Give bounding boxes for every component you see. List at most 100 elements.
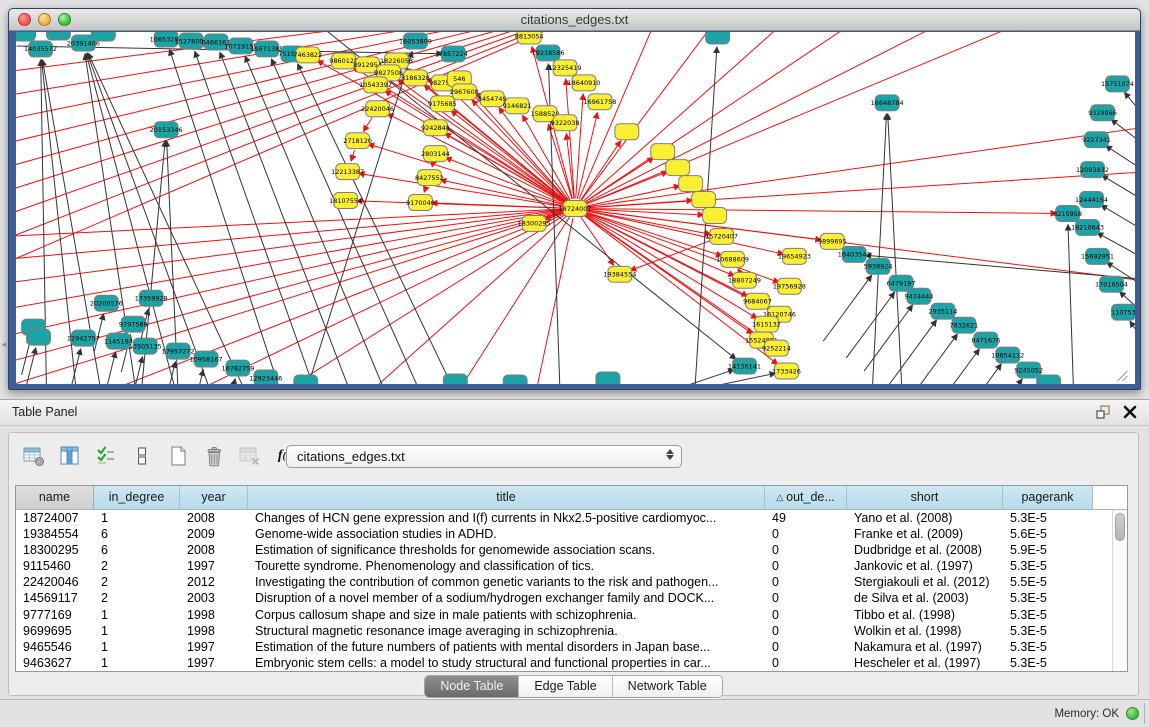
cell[interactable]: Estimation of the future numbers of pati… <box>248 639 765 655</box>
graph-node[interactable]: 7632621 <box>949 317 978 333</box>
column-header-pagerank[interactable]: pagerank <box>1003 486 1093 509</box>
cell[interactable]: 6 <box>94 542 180 558</box>
cell[interactable]: Tibbo et al. (1998) <box>847 607 1003 623</box>
cell[interactable]: 14569117 <box>16 590 94 606</box>
cell[interactable]: Dudbridge et al. (2008) <box>847 542 1003 558</box>
delete-column-icon[interactable] <box>199 441 229 471</box>
graph-node[interactable]: 15692951 <box>1081 248 1114 264</box>
column-header-year[interactable]: year <box>180 486 248 509</box>
graph-node[interactable]: 8427552 <box>415 170 444 186</box>
table-scrollbar[interactable] <box>1112 510 1127 671</box>
cell[interactable]: 5.3E-5 <box>1003 558 1093 574</box>
graph-node[interactable]: 18300295 <box>518 215 551 231</box>
cell[interactable]: Yano et al. (2008) <box>847 510 1003 526</box>
graph-node[interactable]: 14035572 <box>24 41 57 57</box>
table-row[interactable]: 1456911722003Disruption of a novel membe… <box>16 590 1127 606</box>
graph-node[interactable] <box>703 208 727 224</box>
cell[interactable]: 0 <box>765 639 847 655</box>
graph-node[interactable]: 20153346 <box>150 122 183 138</box>
cell[interactable]: 5.3E-5 <box>1003 607 1093 623</box>
minimize-window-button[interactable] <box>38 13 51 26</box>
float-window-icon[interactable] <box>1095 404 1111 425</box>
graph-node[interactable] <box>503 375 527 384</box>
graph-node[interactable] <box>91 32 115 41</box>
cell[interactable]: 5.5E-5 <box>1003 574 1093 590</box>
cell[interactable]: Hescheler et al. (1997) <box>847 655 1003 671</box>
graph-node[interactable]: 22420046 <box>361 101 394 117</box>
cell[interactable]: 0 <box>765 655 847 671</box>
table-row[interactable]: 977716911998Corpus callosum shape and si… <box>16 607 1127 623</box>
cell[interactable]: 0 <box>765 623 847 639</box>
graph-node[interactable]: 13505135 <box>129 338 162 354</box>
cell[interactable]: de Silva et al. (2003) <box>847 590 1003 606</box>
graph-node[interactable]: 10958167 <box>190 351 223 367</box>
cell[interactable]: 1997 <box>180 558 248 574</box>
graph-node[interactable]: 16648784 <box>871 95 904 111</box>
table-row[interactable]: 1872400712008Changes of HCN gene express… <box>16 510 1127 526</box>
graph-node[interactable]: 1615132 <box>752 316 781 332</box>
graph-node[interactable]: 9170046 <box>406 195 435 211</box>
cell[interactable]: 1 <box>94 655 180 671</box>
cell[interactable]: 0 <box>765 590 847 606</box>
graph-node[interactable]: 10543392 <box>359 77 392 93</box>
cell[interactable]: Disruption of a novel member of a sodium… <box>248 590 765 606</box>
graph-node[interactable]: 16053809 <box>399 33 432 49</box>
cell[interactable]: 0 <box>765 542 847 558</box>
cell[interactable]: Genome-wide association studies in ADHD. <box>248 526 765 542</box>
graph-node[interactable] <box>651 144 675 160</box>
cell[interactable]: 1 <box>94 639 180 655</box>
graph-node[interactable] <box>1037 375 1061 384</box>
graph-node[interactable]: 9227341 <box>1082 132 1111 148</box>
graph-node[interactable]: 18724007 <box>559 201 592 217</box>
cell[interactable]: Estimation of significance thresholds fo… <box>248 542 765 558</box>
graph-node[interactable]: 7463822 <box>293 47 322 63</box>
table-row[interactable]: 1938455462009Genome-wide association stu… <box>16 526 1127 542</box>
close-window-button[interactable] <box>18 13 31 26</box>
cell[interactable]: 1 <box>94 623 180 639</box>
column-header-title[interactable]: title <box>248 486 765 509</box>
graph-node[interactable]: 8186328 <box>401 70 430 86</box>
row-height-icon[interactable] <box>127 441 157 471</box>
graph-node[interactable]: 5938924 <box>864 258 893 274</box>
column-header-short[interactable]: short <box>847 486 1003 509</box>
window-titlebar[interactable]: citations_edges.txt <box>9 9 1140 31</box>
cell[interactable]: 0 <box>765 526 847 542</box>
graph-node[interactable]: 18107554 <box>329 193 362 209</box>
graph-node[interactable]: 16210643 <box>1071 219 1104 235</box>
cell[interactable]: 9463627 <box>16 655 94 671</box>
graph-node[interactable]: 8471676 <box>971 332 1000 348</box>
table-selector-combo[interactable]: citations_edges.txt <box>286 445 682 468</box>
panel-splitter-handle[interactable]: ◄ <box>0 340 8 349</box>
graph-node[interactable]: 9797588 <box>119 316 148 332</box>
graph-node[interactable]: 8813054 <box>515 32 544 44</box>
tab-node-table[interactable]: Node Table <box>425 676 519 697</box>
cell[interactable]: Jankovic et al. (1997) <box>847 558 1003 574</box>
graph-node[interactable]: 12444154 <box>1075 192 1108 208</box>
graph-node[interactable]: 20206576 <box>90 295 123 311</box>
graph-node[interactable]: 17016504 <box>1095 276 1128 292</box>
graph-node[interactable]: 2718120 <box>343 133 372 149</box>
cell[interactable]: 9115460 <box>16 558 94 574</box>
graph-node[interactable]: 9684067 <box>743 293 772 309</box>
cell[interactable]: Structural magnetic resonance image aver… <box>248 623 765 639</box>
cell[interactable]: 2008 <box>180 542 248 558</box>
graph-node[interactable]: 15720407 <box>705 228 738 244</box>
table-row[interactable]: 946362711997Embryonic stem cells: a mode… <box>16 655 1127 671</box>
graph-node[interactable] <box>615 124 639 140</box>
cell[interactable]: 0 <box>765 558 847 574</box>
graph-node[interactable] <box>679 176 703 192</box>
column-header-name[interactable]: name <box>16 486 94 509</box>
graph-node[interactable]: 9329966 <box>1088 105 1117 121</box>
cell[interactable]: Wolkin et al. (1998) <box>847 623 1003 639</box>
graph-node[interactable] <box>443 374 467 384</box>
new-column-icon[interactable] <box>163 441 193 471</box>
graph-node[interactable]: 9175685 <box>428 96 457 112</box>
network-graph-canvas[interactable]: 14035572 20391406 10653287 15276002 6466… <box>16 32 1135 384</box>
graph-node[interactable] <box>706 32 730 44</box>
graph-node[interactable]: 2803144 <box>421 146 450 162</box>
graph-node[interactable] <box>27 329 51 345</box>
cell[interactable]: Investigating the contribution of common… <box>248 574 765 590</box>
graph-node[interactable]: 19756928 <box>773 278 806 294</box>
cell[interactable]: Nakamura et al. (1997) <box>847 639 1003 655</box>
close-panel-icon[interactable] <box>1123 405 1137 424</box>
